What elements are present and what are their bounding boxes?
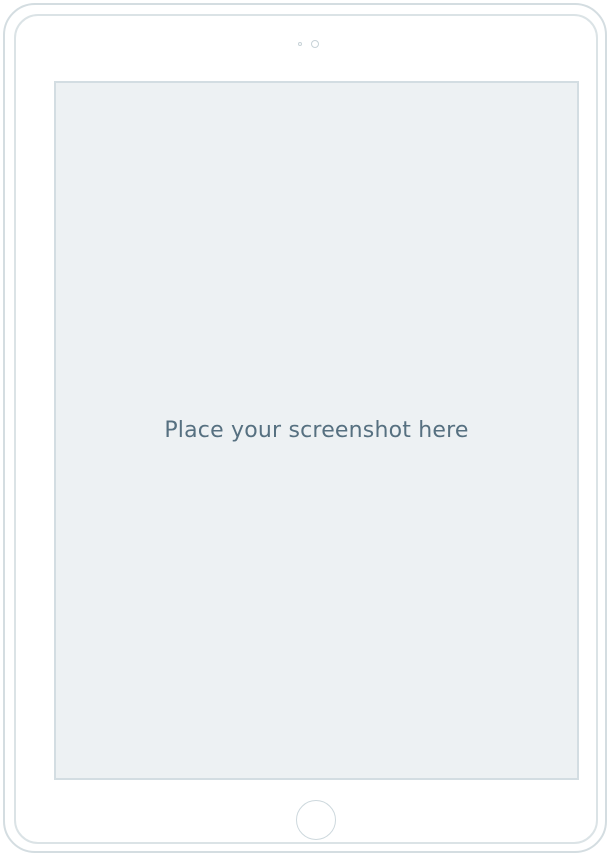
device-mockup-page: Place your screenshot here	[0, 0, 612, 858]
screen-placeholder-label: Place your screenshot here	[164, 418, 469, 443]
home-button-icon[interactable]	[296, 800, 336, 840]
sensor-dot	[298, 42, 302, 46]
screen-placeholder-area[interactable]: Place your screenshot here	[54, 81, 579, 780]
camera-lens	[311, 40, 319, 48]
camera-dots-icon	[0, 40, 612, 50]
